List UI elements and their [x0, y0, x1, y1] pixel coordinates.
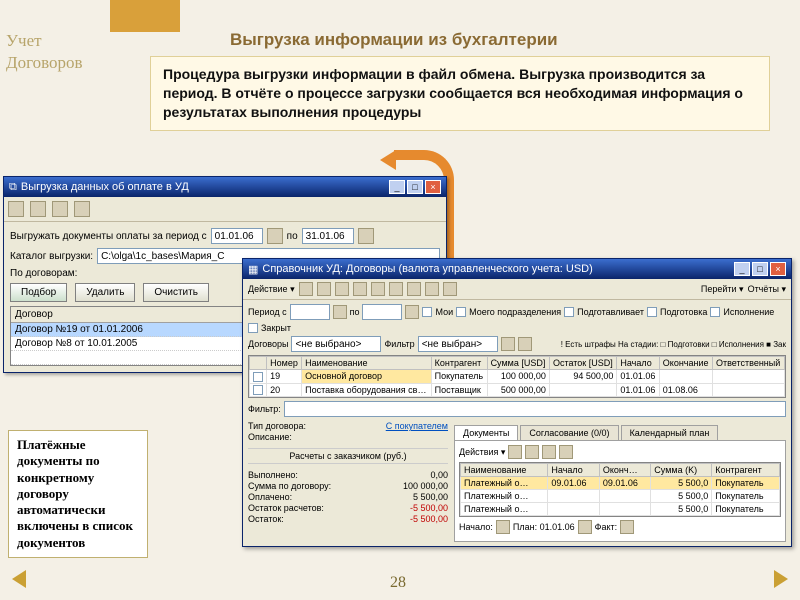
calendar-icon[interactable] — [578, 520, 592, 534]
tool-icon[interactable] — [389, 282, 403, 296]
checkbox-prep[interactable] — [564, 307, 574, 317]
legend-text: ! Есть штрафы На стадии: □ Подготовки □ … — [561, 340, 786, 349]
checkbox-closed[interactable] — [248, 323, 258, 333]
action-menu[interactable]: Действие ▾ — [248, 284, 295, 295]
checkbox-exec[interactable] — [710, 307, 720, 317]
tool-icon[interactable] — [353, 282, 367, 296]
checkbox-dept[interactable] — [456, 307, 466, 317]
reports-menu[interactable]: Отчёты ▾ — [748, 284, 786, 295]
clear-filter-icon[interactable] — [518, 337, 532, 351]
actions-menu[interactable]: Действия ▾ — [459, 447, 505, 458]
titlebar[interactable]: ▦ Справочник УД: Договоры (валюта управле… — [243, 259, 791, 279]
contract-type-link[interactable]: С покупателем — [386, 421, 448, 431]
calendar-icon[interactable] — [405, 305, 419, 319]
catalog-label: Каталог выгрузки: — [10, 251, 93, 262]
delete-button[interactable]: Удалить — [75, 283, 135, 302]
filter-select[interactable] — [418, 336, 498, 352]
tool-icon[interactable] — [335, 282, 349, 296]
table-row[interactable]: 19Основной договорПокупатель100 000,0094… — [250, 370, 785, 384]
tool-icon[interactable] — [443, 282, 457, 296]
goto-menu[interactable]: Перейти ▾ — [701, 284, 744, 295]
table-header: НаименованиеНачалоОконч…Сумма (K)Контраг… — [461, 464, 780, 477]
table-header: НомерНаименованиеКонтрагентСумма [USD]Ос… — [250, 357, 785, 370]
tool-icon[interactable] — [559, 445, 573, 459]
date-from-input[interactable] — [211, 228, 263, 244]
filter-icon[interactable] — [501, 337, 515, 351]
tab-approval[interactable]: Согласование (0/0) — [520, 425, 618, 440]
contracts-table[interactable]: НомерНаименованиеКонтрагентСумма [USD]Ос… — [248, 355, 786, 398]
app-icon: ▦ — [248, 263, 258, 276]
tool-icon[interactable] — [299, 282, 313, 296]
toolbar — [4, 197, 446, 222]
period-from[interactable] — [290, 304, 330, 320]
minimize-button[interactable]: _ — [734, 262, 750, 276]
tool-icon[interactable] — [30, 201, 46, 217]
tool-icon[interactable] — [508, 445, 522, 459]
page-number: 28 — [390, 574, 406, 592]
close-button[interactable]: × — [425, 180, 441, 194]
main-title: Выгрузка информации из бухгалтерии — [230, 30, 558, 50]
directory-window: ▦ Справочник УД: Договоры (валюта управле… — [242, 258, 792, 547]
tool-icon[interactable] — [371, 282, 385, 296]
app-icon: ⧉ — [9, 181, 17, 194]
calendar-icon[interactable] — [267, 228, 283, 244]
maximize-button[interactable]: □ — [752, 262, 768, 276]
close-button[interactable]: × — [770, 262, 786, 276]
clear-button[interactable]: Очистить — [143, 283, 209, 302]
calendar-icon[interactable] — [496, 520, 510, 534]
documents-table[interactable]: НаименованиеНачалоОконч…Сумма (K)Контраг… — [459, 462, 781, 517]
tool-icon[interactable] — [407, 282, 421, 296]
table-row[interactable]: 20Поставка оборудования св…Поставщик500 … — [250, 383, 785, 397]
checkbox-my[interactable] — [422, 307, 432, 317]
tool-icon[interactable] — [52, 201, 68, 217]
description-text: Процедура выгрузки информации в файл обм… — [150, 56, 770, 131]
doc-row[interactable]: Платежный о…5 500,0Покупатель — [461, 503, 780, 516]
tool-icon[interactable] — [542, 445, 556, 459]
prev-slide-icon[interactable] — [12, 570, 26, 588]
tool-icon[interactable] — [317, 282, 331, 296]
maximize-button[interactable]: □ — [407, 180, 423, 194]
side-title: Учет Договоров — [0, 0, 132, 74]
tool-icon[interactable] — [8, 201, 24, 217]
doc-row[interactable]: Платежный о…5 500,0Покупатель — [461, 490, 780, 503]
help-icon[interactable] — [74, 201, 90, 217]
minimize-button[interactable]: _ — [389, 180, 405, 194]
doc-row[interactable]: Платежный о…09.01.0609.01.065 500,0Покуп… — [461, 477, 780, 490]
calendar-icon[interactable] — [620, 520, 634, 534]
checkbox-ready[interactable] — [647, 307, 657, 317]
note-callout: Платёжные документы по конкретному догов… — [8, 430, 148, 558]
period-label: Выгружать документы оплаты за период с — [10, 231, 207, 242]
tool-icon[interactable] — [425, 282, 439, 296]
tab-documents[interactable]: Документы — [454, 425, 518, 440]
calc-header: Расчеты с заказчиком (руб.) — [248, 448, 448, 464]
window-title: Справочник УД: Договоры (валюта управлен… — [262, 263, 592, 275]
contracts-select[interactable] — [291, 336, 381, 352]
date-to-input[interactable] — [302, 228, 354, 244]
tab-calendar[interactable]: Календарный план — [621, 425, 719, 440]
calendar-icon[interactable] — [333, 305, 347, 319]
next-slide-icon[interactable] — [774, 570, 788, 588]
toolbar: Действие ▾ Перейти ▾ Отчёты ▾ — [243, 279, 791, 300]
period-to[interactable] — [362, 304, 402, 320]
tool-icon[interactable] — [525, 445, 539, 459]
calendar-icon[interactable] — [358, 228, 374, 244]
select-button[interactable]: Подбор — [10, 283, 67, 302]
window-title: Выгрузка данных об оплате в УД — [21, 181, 189, 193]
titlebar[interactable]: ⧉ Выгрузка данных об оплате в УД _ □ × — [4, 177, 446, 197]
filter-input[interactable] — [284, 401, 786, 417]
by-contracts-label: По договорам: — [10, 268, 77, 279]
